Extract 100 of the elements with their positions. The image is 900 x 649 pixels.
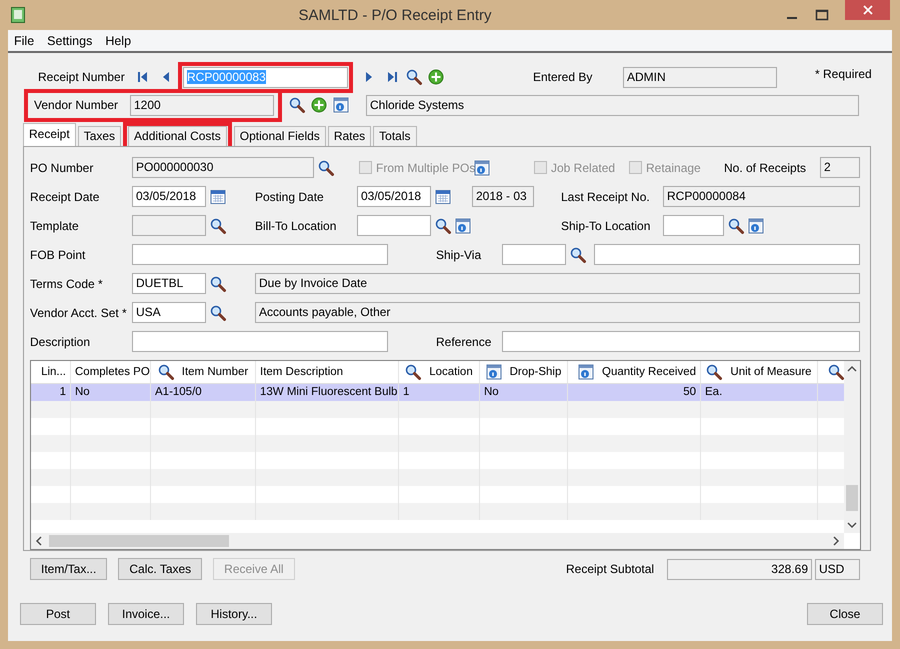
field-label: Vendor Number <box>34 98 120 112</box>
close-dialog-button[interactable]: Close <box>807 603 883 625</box>
column-header[interactable]: Completes PO <box>75 366 150 378</box>
info-icon[interactable] <box>748 218 764 234</box>
fiscal-period-field[interactable]: 2018 - 03 <box>472 186 534 207</box>
column-header[interactable]: Unit of Measure <box>730 366 812 378</box>
footer-button[interactable]: History... <box>196 603 272 625</box>
tab[interactable]: Taxes <box>78 126 122 146</box>
last-receipt-field[interactable]: RCP00000084 <box>663 186 860 207</box>
scroll-right-icon[interactable] <box>832 536 840 546</box>
add-icon <box>311 97 327 113</box>
column-header[interactable]: Location <box>429 366 473 378</box>
vertical-scrollbar[interactable] <box>844 361 860 533</box>
search-icon[interactable] <box>728 218 744 234</box>
ship-to-field[interactable] <box>663 215 724 236</box>
menu-item[interactable]: Settings <box>47 34 92 48</box>
column-header[interactable]: Drop-Ship <box>510 366 562 378</box>
date-field[interactable]: 03/05/2018 <box>357 186 431 207</box>
field-label: Receipt Number <box>38 70 126 84</box>
field-label: PO Number <box>30 160 94 174</box>
table-cell: Ea. <box>705 386 722 398</box>
column-header[interactable]: Item Description <box>260 366 344 378</box>
menu-item[interactable]: File <box>14 34 34 48</box>
search-icon[interactable] <box>406 69 422 85</box>
column-header[interactable]: Item Number <box>182 366 248 378</box>
column-header[interactable]: Lin... <box>41 366 66 378</box>
search-icon[interactable] <box>828 364 844 380</box>
receipt-count-field[interactable]: 2 <box>820 157 860 178</box>
table-cell: 13W Mini Fluorescent Bulb <box>260 386 398 398</box>
info-icon[interactable] <box>333 97 349 113</box>
tab[interactable]: Totals <box>373 126 417 146</box>
vendor-number-field[interactable]: 1200 <box>130 94 274 116</box>
field-label: Bill-To Location <box>255 218 338 232</box>
search-icon[interactable] <box>570 246 586 262</box>
search-icon[interactable] <box>210 304 226 320</box>
reference-field[interactable] <box>502 331 860 352</box>
checkbox-label: Job Related <box>551 160 616 174</box>
field-label: Template <box>30 218 80 232</box>
search-icon[interactable] <box>210 218 226 234</box>
footer-button[interactable]: Post <box>20 603 96 625</box>
po-number-field[interactable]: PO000000030 <box>132 157 314 178</box>
action-button[interactable]: Calc. Taxes <box>118 558 202 580</box>
account-set-field[interactable]: USA <box>132 302 206 323</box>
table-cell: No <box>75 386 90 398</box>
description-field[interactable] <box>132 331 388 352</box>
checkbox-label: From Multiple POs <box>376 160 476 174</box>
add-icon[interactable] <box>428 69 444 85</box>
maximize-icon[interactable] <box>815 8 829 22</box>
tab[interactable]: Optional Fields <box>234 126 326 146</box>
menu-item[interactable]: Help <box>105 34 132 48</box>
scroll-up-icon[interactable] <box>847 365 857 373</box>
tab[interactable]: Receipt <box>23 123 76 146</box>
info-icon[interactable] <box>486 364 502 380</box>
window-title: SAMLTD - P/O Receipt Entry <box>297 6 493 24</box>
terms-code-field[interactable]: DUETBL <box>132 273 206 294</box>
template-field[interactable] <box>132 215 206 236</box>
footer-button[interactable]: Invoice... <box>108 603 184 625</box>
column-header[interactable]: Quantity Received <box>602 366 696 378</box>
field-label: Last Receipt No. <box>561 190 651 204</box>
calendar-icon[interactable] <box>210 188 226 204</box>
search-icon[interactable] <box>289 97 305 113</box>
search-icon[interactable] <box>706 364 722 380</box>
bill-to-field[interactable] <box>357 215 431 236</box>
close-icon[interactable] <box>862 4 874 16</box>
table-cell: No <box>484 386 499 398</box>
table-cell: A1-105/0 <box>155 386 202 398</box>
table-cell: 1 <box>60 386 66 398</box>
scroll-down-icon[interactable] <box>847 521 857 529</box>
ship-via-field[interactable] <box>502 244 566 265</box>
action-button[interactable]: Item/Tax... <box>30 558 108 580</box>
fob-point-field[interactable] <box>132 244 388 265</box>
date-field[interactable]: 03/05/2018 <box>132 186 206 207</box>
info-icon[interactable] <box>455 218 471 234</box>
field-label: Posting Date <box>255 190 325 204</box>
field-label: Reference <box>436 334 492 348</box>
search-icon[interactable] <box>405 364 422 380</box>
search-icon[interactable] <box>158 364 174 380</box>
tab[interactable]: Rates <box>328 126 372 146</box>
search-icon[interactable] <box>435 218 451 234</box>
info-icon[interactable] <box>578 364 594 380</box>
currency-field: USD <box>815 558 860 580</box>
horizontal-scrollbar[interactable] <box>31 533 844 549</box>
checkbox-label: Retainage <box>646 160 701 174</box>
scroll-left-icon[interactable] <box>35 536 43 546</box>
field-label: Receipt Date <box>30 190 100 204</box>
tab[interactable]: Additional Costs <box>128 126 227 146</box>
field-label: No. of Receipts <box>724 160 808 174</box>
table-cell: 50 <box>683 386 696 398</box>
entered-by-field: ADMIN <box>623 66 777 88</box>
close-button[interactable] <box>845 0 890 20</box>
ship-via-description-field[interactable] <box>594 244 860 265</box>
scroll-thumb[interactable] <box>49 535 229 547</box>
table-cell: 1 <box>403 386 410 398</box>
table-row[interactable]: 1 No A1-105/0 13W Mini Fluorescent Bulb 1 No 50 Ea. <box>31 384 844 401</box>
scroll-thumb[interactable] <box>846 485 858 511</box>
field-label: Ship-Via <box>436 248 482 262</box>
search-icon[interactable] <box>318 160 334 176</box>
search-icon[interactable] <box>210 276 226 292</box>
calendar-icon[interactable] <box>435 188 451 204</box>
subtotal-field: 328.69 <box>667 558 812 580</box>
